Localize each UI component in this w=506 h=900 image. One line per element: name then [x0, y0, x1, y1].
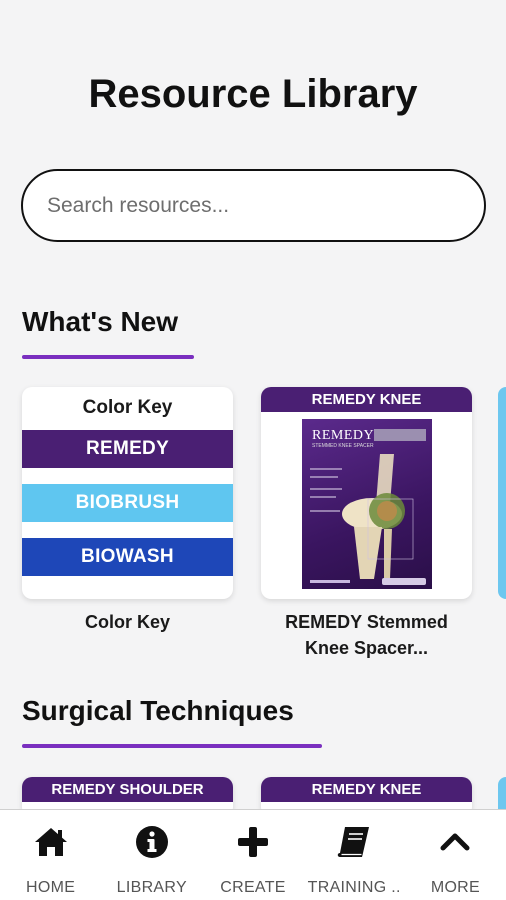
poster-footer-line — [310, 580, 350, 583]
card-banner: REMEDY SHOULDER — [22, 777, 233, 802]
nav-more[interactable]: MORE — [405, 810, 506, 900]
nav-library[interactable]: LIBRARY — [101, 810, 202, 900]
poster-logo — [382, 578, 426, 585]
page-title: Resource Library — [88, 72, 418, 116]
search-field[interactable] — [21, 169, 486, 242]
nav-label: MORE — [430, 879, 481, 896]
section-title-whats-new: What's New — [22, 306, 179, 337]
resource-card-color-key[interactable]: Color Key REMEDY BIOBRUSH BIOWASH — [22, 387, 233, 599]
color-key-bar-remedy: REMEDY — [22, 430, 233, 468]
nav-home[interactable]: HOME — [0, 810, 101, 900]
knee-bone-illustration — [310, 454, 414, 579]
nav-create[interactable]: CREATE — [202, 810, 303, 900]
resource-card-remedy-knee[interactable]: REMEDY KNEE REMEDY STEMMED KNEE SPACER — [261, 387, 472, 599]
section-underline — [22, 744, 322, 748]
card-banner: REMEDY KNEE — [261, 387, 472, 412]
bottom-nav: HOME LIBRARY CREATE TRAINING .. MORE — [0, 809, 506, 900]
card-caption: REMEDY Stemmed Knee Spacer... — [285, 612, 448, 658]
nav-label: LIBRARY — [116, 879, 187, 896]
color-key-bar-biobrush: BIOBRUSH — [22, 484, 233, 522]
plus-icon — [233, 822, 273, 862]
chevron-up-icon — [435, 822, 475, 862]
nav-label: TRAINING .. — [307, 879, 401, 896]
home-icon — [31, 822, 71, 862]
book-icon — [334, 822, 374, 862]
card-caption: Color Key — [84, 612, 171, 632]
card-banner: REMEDY KNEE — [261, 777, 472, 802]
section-title-surgical-techniques: Surgical Techniques — [22, 695, 294, 726]
nav-label: HOME — [26, 879, 76, 896]
color-key-bar-biowash: BIOWASH — [22, 538, 233, 576]
section-underline — [22, 355, 194, 359]
resource-card-next-peek[interactable] — [498, 387, 506, 599]
search-input[interactable] — [23, 171, 484, 240]
nav-label: CREATE — [220, 879, 286, 896]
color-key-heading: Color Key — [82, 397, 173, 418]
info-icon — [132, 822, 172, 862]
brochure-image: REMEDY STEMMED KNEE SPACER — [302, 419, 432, 589]
nav-training[interactable]: TRAINING .. — [304, 810, 405, 900]
